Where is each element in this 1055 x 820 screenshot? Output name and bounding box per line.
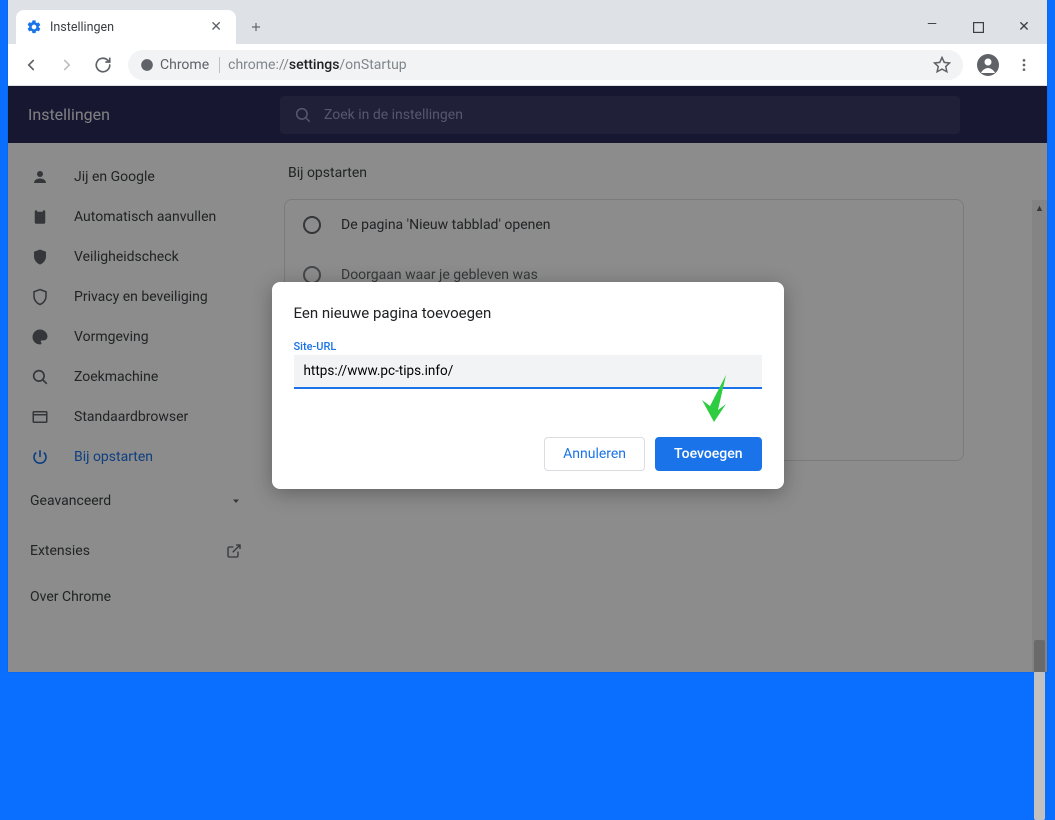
address-bar[interactable]: Chrome chrome://settings/onStartup <box>128 50 963 80</box>
field-label: Site-URL <box>294 340 762 353</box>
dialog-title: Een nieuwe pagina toevoegen <box>294 304 762 322</box>
window-titlebar: Instellingen ✕ — ✕ <box>8 0 1047 44</box>
chip-label: Chrome <box>160 57 209 73</box>
new-tab-button[interactable] <box>242 13 270 41</box>
browser-tab[interactable]: Instellingen ✕ <box>16 10 236 44</box>
browser-toolbar: Chrome chrome://settings/onStartup <box>8 44 1047 86</box>
tab-close-icon[interactable]: ✕ <box>206 17 226 37</box>
cancel-button[interactable]: Annuleren <box>544 437 645 471</box>
maximize-button[interactable] <box>955 10 1001 44</box>
window-controls: — ✕ <box>909 10 1047 44</box>
url-text: chrome://settings/onStartup <box>228 57 407 73</box>
site-info-chip[interactable]: Chrome <box>140 57 220 73</box>
profile-avatar-icon[interactable] <box>971 48 1005 82</box>
menu-dots-icon[interactable] <box>1007 48 1041 82</box>
add-button[interactable]: Toevoegen <box>655 437 761 471</box>
modal-overlay: Een nieuwe pagina toevoegen Site-URL Ann… <box>8 86 1047 672</box>
gear-icon <box>26 19 42 35</box>
add-page-dialog: Een nieuwe pagina toevoegen Site-URL Ann… <box>272 282 784 489</box>
forward-button[interactable] <box>50 48 84 82</box>
minimize-button[interactable]: — <box>909 10 955 44</box>
site-url-input[interactable] <box>294 355 762 389</box>
reload-button[interactable] <box>86 48 120 82</box>
bookmark-star-icon[interactable] <box>933 56 951 74</box>
back-button[interactable] <box>14 48 48 82</box>
tab-title: Instellingen <box>50 20 198 35</box>
page-content: Instellingen Jij en Google Automatisch a… <box>8 86 1047 672</box>
close-window-button[interactable]: ✕ <box>1001 10 1047 44</box>
chrome-icon <box>140 58 154 72</box>
